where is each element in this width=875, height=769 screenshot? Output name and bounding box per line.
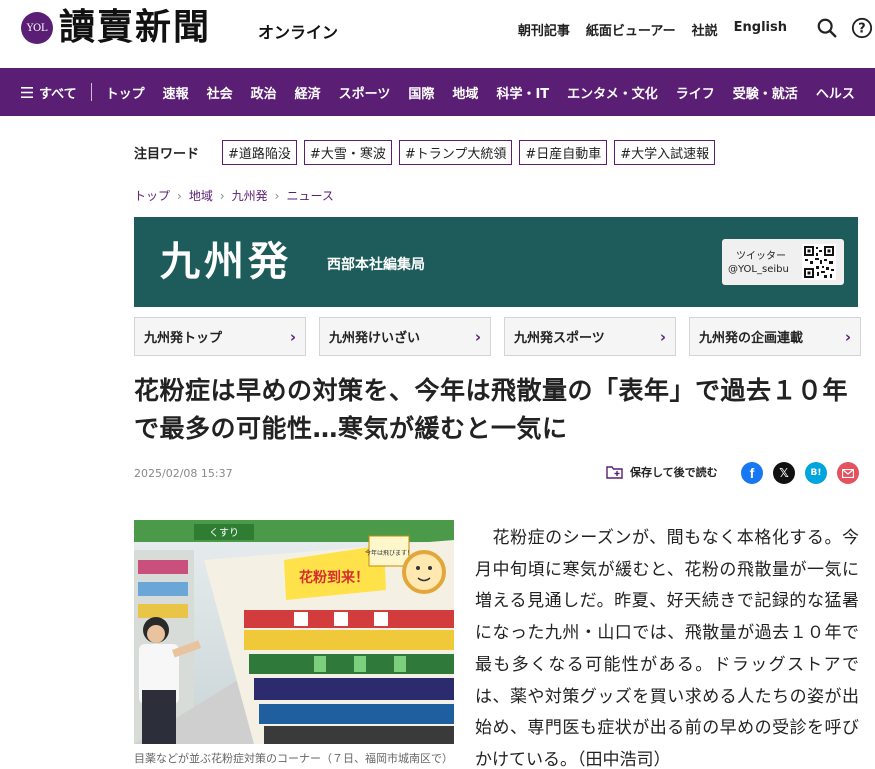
pop-main-text: 花粉到来！: [299, 569, 369, 586]
trending-label: 注目ワード: [134, 147, 200, 162]
breadcrumb: トップ › 地域 › 九州発 › ニュース: [134, 187, 334, 204]
twitter-follow-box[interactable]: ツイッター @YOL_seibu: [722, 239, 844, 285]
photo-caption: 目薬などが並ぶ花粉症対策のコーナー（７日、福岡市城南区で）: [134, 752, 453, 765]
trending-tag[interactable]: #大雪・寒波: [303, 140, 392, 165]
nav-item-top[interactable]: トップ: [92, 83, 154, 102]
shop-sign-text: くすり: [209, 527, 239, 539]
pop-small-text: 今年は飛びます！: [365, 549, 413, 557]
search-icon[interactable]: [816, 17, 838, 39]
article-photo[interactable]: くすり 花粉到来！ 今年は飛びます！: [134, 520, 454, 744]
nav-item-health[interactable]: ヘルス: [807, 83, 864, 102]
trending-tag[interactable]: #トランプ大統領: [398, 140, 513, 165]
subnav-label: 九州発スポーツ: [514, 331, 605, 346]
nav-item-entertainment[interactable]: エンタメ・文化: [558, 83, 667, 102]
site-header: YOL 讀賣新聞 オンライン 朝刊記事 紙面ビューアー 社説 English ?: [0, 0, 875, 68]
nav-all-button[interactable]: すべて: [21, 83, 92, 102]
breadcrumb-item[interactable]: ニュース: [286, 187, 333, 204]
link-morning-edition[interactable]: 朝刊記事: [518, 20, 570, 39]
nav-item-regional[interactable]: 地域: [443, 83, 487, 102]
hatena-icon[interactable]: B!: [805, 462, 827, 484]
trending-tag[interactable]: #日産自動車: [519, 140, 608, 165]
chevron-right-icon: ›: [659, 327, 666, 346]
nav-item-sports[interactable]: スポーツ: [330, 83, 400, 102]
help-icon[interactable]: ?: [851, 17, 873, 39]
site-logo[interactable]: 讀賣新聞: [59, 5, 211, 49]
banner-title: 九州発: [160, 239, 292, 285]
site-logo-sub: オンライン: [258, 23, 339, 42]
mail-icon[interactable]: [837, 462, 859, 484]
nav-item-economy[interactable]: 経済: [286, 83, 330, 102]
article-body: 花粉症のシーズンが、間もなく本格化する。今月中旬頃に寒気が緩むと、花粉の飛散量が…: [475, 528, 859, 769]
twitter-label: ツイッター: [736, 251, 786, 262]
chevron-right-icon: ›: [289, 327, 296, 346]
facebook-icon[interactable]: f: [741, 462, 763, 484]
nav-item-breaking[interactable]: 速報: [154, 83, 198, 102]
nav-item-exam-jobs[interactable]: 受験・就活: [724, 83, 807, 102]
subnav-label: 九州発トップ: [144, 331, 223, 346]
link-paper-viewer[interactable]: 紙面ビューアー: [586, 20, 676, 39]
save-label: 保存して後で読む: [630, 466, 718, 479]
trending-tag[interactable]: #大学入試速報: [614, 140, 716, 165]
section-subnav: 九州発トップ › 九州発けいざい › 九州発スポーツ › 九州発の企画連載 ›: [134, 317, 861, 356]
subnav-kyushu-features[interactable]: 九州発の企画連載 ›: [689, 317, 861, 356]
chevron-right-icon: ›: [219, 188, 225, 203]
banner-subtitle: 西部本社編集局: [327, 257, 425, 273]
yol-logo-mark[interactable]: YOL: [21, 12, 53, 44]
svg-text:?: ?: [858, 22, 865, 37]
breadcrumb-item[interactable]: 地域: [189, 187, 213, 204]
nav-all-label: すべて: [39, 86, 77, 102]
menu-icon: [21, 86, 33, 98]
nav-item-life[interactable]: ライフ: [667, 83, 724, 102]
nav-item-politics[interactable]: 政治: [242, 83, 286, 102]
article-date: 2025/02/08 15:37: [134, 467, 233, 480]
nav-item-society[interactable]: 社会: [198, 83, 242, 102]
article-headline: 花粉症は早めの対策を、今年は飛散量の「表年」で過去１０年で最多の可能性…寒気が緩…: [134, 376, 849, 443]
subnav-kyushu-economy[interactable]: 九州発けいざい ›: [319, 317, 491, 356]
pharmacy-shelf-image: くすり 花粉到来！ 今年は飛びます！: [134, 520, 454, 744]
trending-tag[interactable]: #道路陥没: [222, 140, 297, 165]
link-english[interactable]: English: [734, 20, 787, 39]
chevron-right-icon: ›: [474, 327, 481, 346]
nav-item-international[interactable]: 国際: [399, 83, 443, 102]
breadcrumb-item[interactable]: トップ: [134, 187, 170, 204]
subnav-kyushu-sports[interactable]: 九州発スポーツ ›: [504, 317, 676, 356]
twitter-handle: @YOL_seibu: [728, 264, 789, 275]
nav-item-science-it[interactable]: 科学・IT: [487, 83, 558, 102]
link-editorial[interactable]: 社説: [692, 20, 718, 39]
section-banner[interactable]: 九州発 西部本社編集局 ツイッター @YOL_seibu: [134, 217, 858, 307]
x-icon[interactable]: 𝕏: [773, 462, 795, 484]
save-folder-icon: [606, 466, 623, 479]
chevron-right-icon: ›: [274, 188, 280, 203]
subnav-kyushu-top[interactable]: 九州発トップ ›: [134, 317, 306, 356]
top-links: 朝刊記事 紙面ビューアー 社説 English: [518, 20, 787, 39]
main-nav: すべて トップ 速報 社会 政治 経済 スポーツ 国際 地域 科学・IT エンタ…: [0, 68, 875, 116]
qr-code-icon: [802, 244, 836, 280]
breadcrumb-item[interactable]: 九州発: [232, 187, 268, 204]
subnav-label: 九州発の企画連載: [699, 331, 804, 346]
trending-words: 注目ワード #道路陥没 #大雪・寒波 #トランプ大統領 #日産自動車 #大学入試…: [134, 140, 716, 165]
subnav-label: 九州発けいざい: [329, 331, 421, 346]
save-for-later-button[interactable]: 保存して後で読む: [606, 464, 718, 480]
chevron-right-icon: ›: [844, 327, 851, 346]
chevron-right-icon: ›: [177, 188, 182, 203]
